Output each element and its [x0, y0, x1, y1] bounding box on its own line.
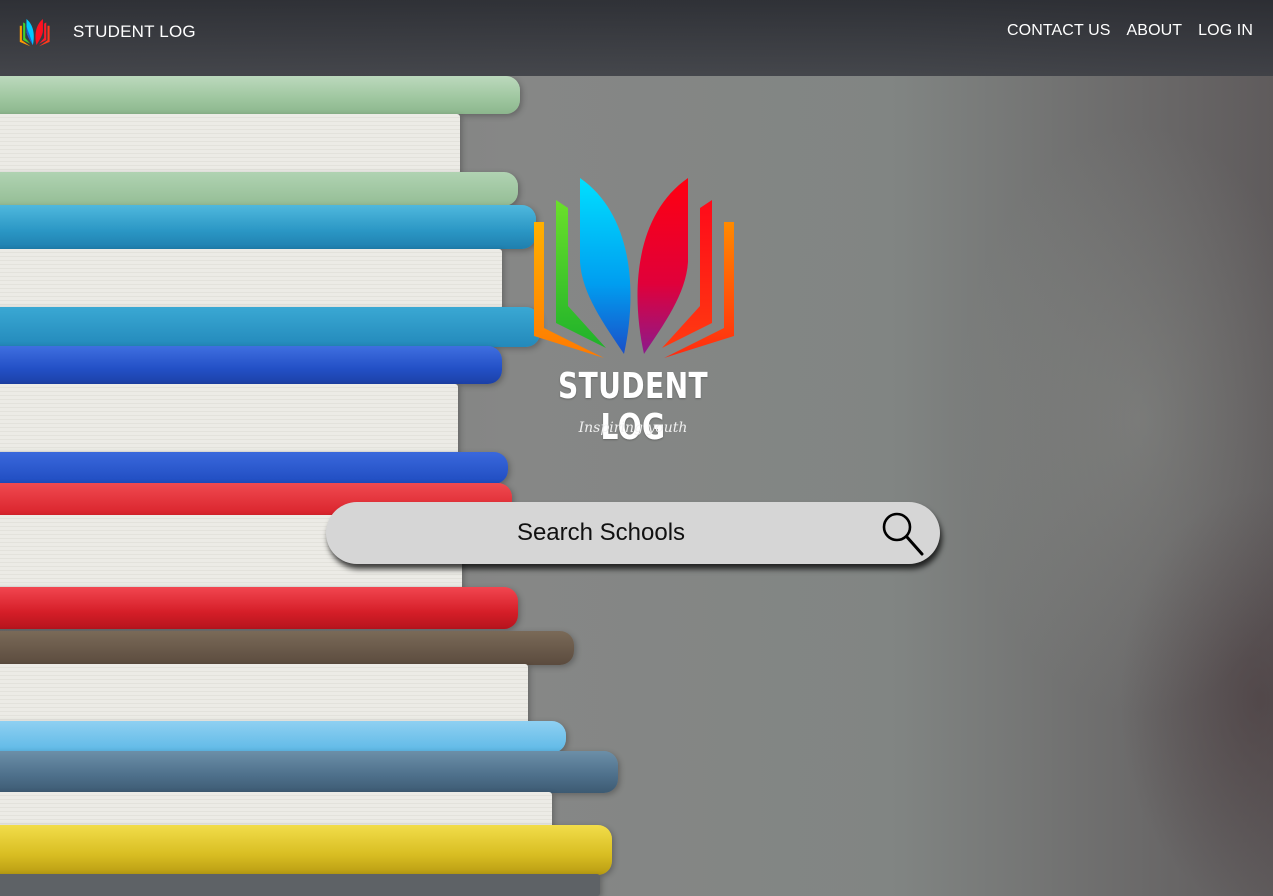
book-spine-teal-2	[0, 307, 540, 347]
nav-links: CONTACT US ABOUT LOG IN	[1007, 22, 1253, 40]
book-spine-blue	[0, 346, 502, 384]
book-pages	[0, 874, 600, 896]
book-spine-teal	[0, 205, 536, 249]
book-spine-red-2	[0, 587, 518, 629]
nav-link-log-in[interactable]: LOG IN	[1198, 22, 1253, 40]
hero-background	[0, 0, 1273, 896]
hero-tagline: Inspiring youth	[578, 420, 688, 436]
book-spine-blue-2	[0, 452, 508, 484]
school-search-box	[326, 502, 940, 564]
book-spine-speckled	[0, 631, 574, 665]
book-pages	[0, 384, 458, 456]
top-navbar: STUDENT LOG CONTACT US ABOUT LOG IN	[0, 0, 1273, 76]
nav-link-contact-us[interactable]: CONTACT US	[1007, 22, 1111, 40]
book-pages	[0, 249, 502, 309]
book-spine-light-blue	[0, 721, 566, 753]
nav-brand-title[interactable]: STUDENT LOG	[73, 22, 196, 42]
book-spine-slate	[0, 751, 618, 793]
book-spine-green	[0, 76, 520, 114]
book-pages	[0, 664, 528, 724]
nav-link-about[interactable]: ABOUT	[1127, 22, 1183, 40]
open-book-logo-icon[interactable]	[19, 19, 51, 47]
search-input[interactable]	[326, 502, 866, 564]
book-spine-green-2	[0, 172, 518, 206]
book-spine-yellow	[0, 825, 612, 875]
hero-book-logo-icon	[534, 178, 734, 358]
book-pages	[0, 114, 460, 174]
magnifier-icon[interactable]	[878, 508, 928, 558]
